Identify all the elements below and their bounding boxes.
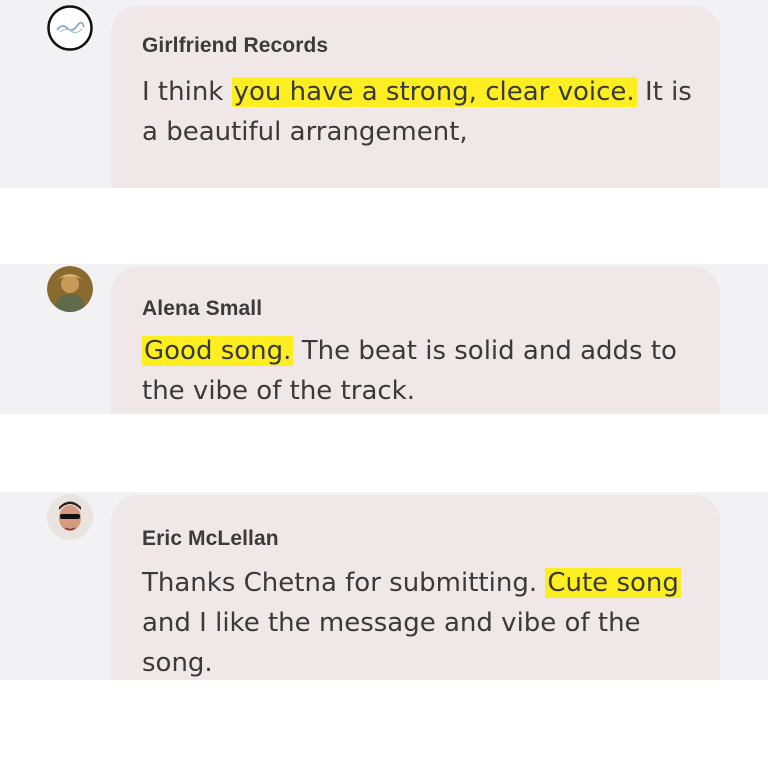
comment-card: Girlfriend Records I think you have a st… bbox=[0, 0, 768, 188]
review-comments-collage: Girlfriend Records I think you have a st… bbox=[0, 0, 768, 768]
avatar[interactable] bbox=[47, 266, 93, 312]
comment-card: Alena Small Good song. The beat is solid… bbox=[0, 264, 768, 414]
author-name: Girlfriend Records bbox=[142, 34, 329, 57]
comment-card: Eric McLellan Thanks Chetna for submitti… bbox=[0, 492, 768, 680]
highlighted-phrase: you have a strong, clear voice. bbox=[231, 77, 637, 107]
comment-text: Good song. The beat is solid and adds to… bbox=[142, 331, 702, 411]
user-photo-icon bbox=[47, 266, 93, 312]
comment-bubble: Girlfriend Records I think you have a st… bbox=[111, 6, 720, 188]
comment-text-plain: I think bbox=[142, 77, 232, 107]
comment-bubble: Eric McLellan Thanks Chetna for submitti… bbox=[111, 495, 720, 680]
user-photo-icon bbox=[47, 494, 93, 540]
highlighted-phrase: Cute song bbox=[545, 568, 681, 598]
comment-text-plain: and I like the message and vibe of the s… bbox=[142, 608, 641, 678]
highlighted-phrase: Good song. bbox=[142, 336, 294, 366]
label-logo-icon bbox=[47, 5, 93, 51]
comment-text: I think you have a strong, clear voice. … bbox=[142, 72, 702, 152]
avatar[interactable] bbox=[47, 5, 93, 51]
author-name: Alena Small bbox=[142, 297, 263, 320]
comment-text-plain: Thanks Chetna for submitting. bbox=[142, 568, 546, 598]
comment-bubble: Alena Small Good song. The beat is solid… bbox=[111, 267, 720, 414]
comment-text: Thanks Chetna for submitting. Cute song … bbox=[142, 563, 702, 680]
author-name: Eric McLellan bbox=[142, 527, 279, 550]
avatar[interactable] bbox=[47, 494, 93, 540]
